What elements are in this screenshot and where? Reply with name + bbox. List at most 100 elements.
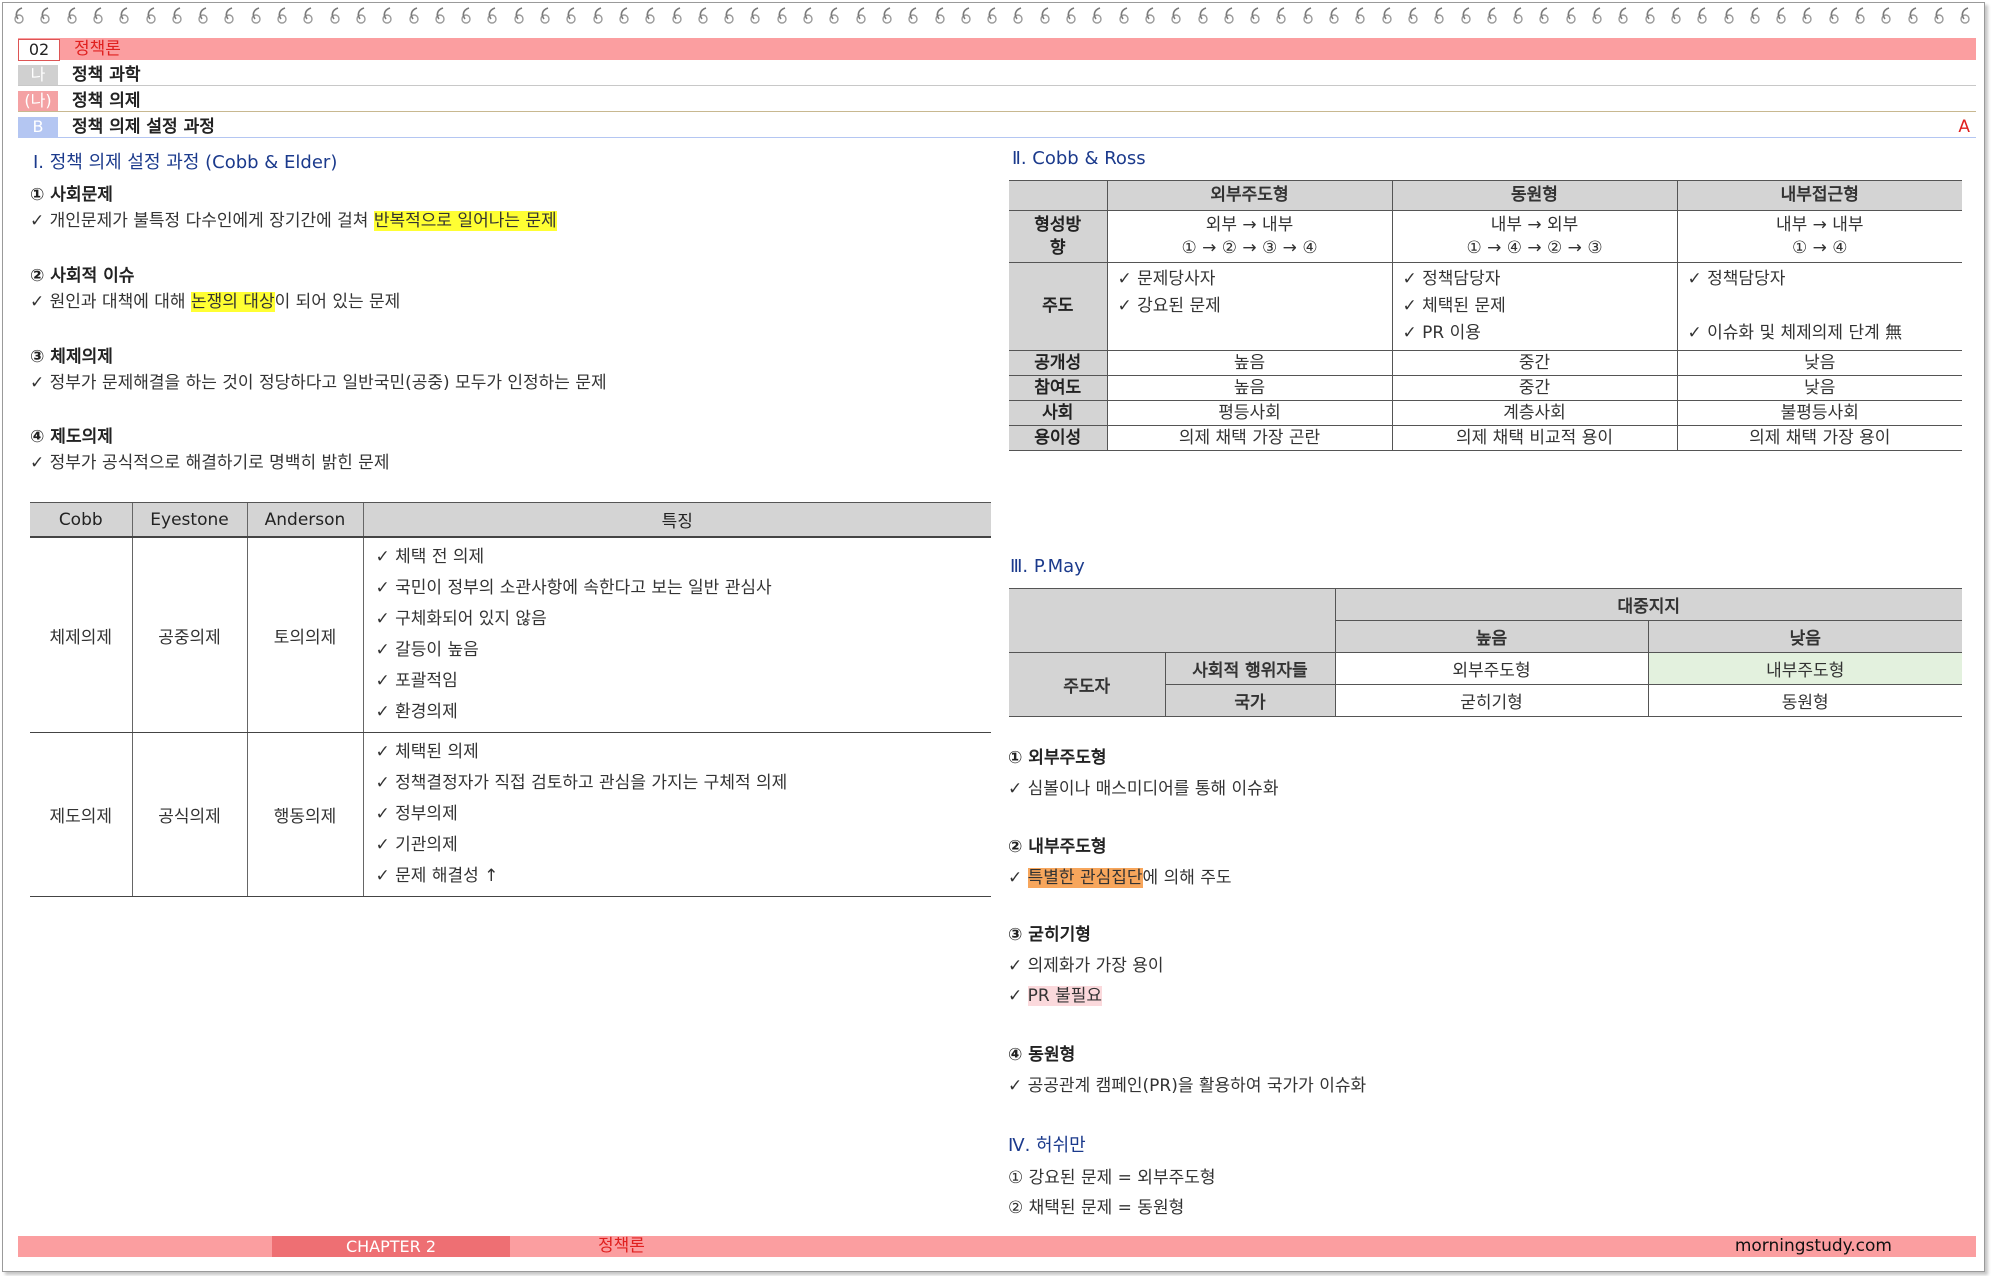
binding-ring-icon xyxy=(355,6,368,25)
level3-bar: (나) 정책 의제 xyxy=(18,90,1976,112)
item-title: ④ 제도의제 xyxy=(30,427,113,447)
col-header-cobb: Cobb xyxy=(30,502,132,538)
binding-ring-icon xyxy=(408,6,421,25)
row-label-direction-line1: 형성방 xyxy=(1034,214,1082,235)
table-row: 용이성 의제 채택 가장 곤란 의제 채택 비교적 용이 의제 채택 가장 용이 xyxy=(1009,425,1962,451)
row-value: 의제 채택 비교적 용이 xyxy=(1391,425,1678,451)
item-title: ③ 굳히기형 xyxy=(1008,925,1091,945)
item-text-part: 이 되어 있는 문제 xyxy=(274,292,401,312)
level2-bar: 나 정책 과학 xyxy=(18,64,1976,86)
flow-steps-inside: ① → ④ xyxy=(1791,237,1848,258)
binding-ring-icon xyxy=(302,6,315,25)
binding-ring-icon xyxy=(1433,6,1446,25)
flow-dir-mobilization: 내부 → 외부 xyxy=(1490,214,1579,235)
hershman-line: ① 강요된 문제 = 외부주도형 xyxy=(1008,1168,1216,1188)
item-title: ② 사회적 이슈 xyxy=(30,266,135,286)
binding-ring-icon xyxy=(749,6,762,25)
feature-line: ✓ 체택 전 의제 xyxy=(375,547,485,567)
binding-ring-icon xyxy=(723,6,736,25)
col-header-outside: 외부주도형 xyxy=(1106,180,1393,211)
binding-ring-icon xyxy=(1328,6,1341,25)
pmay-corner xyxy=(1009,588,1336,653)
binding-ring-icon xyxy=(592,6,605,25)
item-text: ✓ 원인과 대책에 대해 논쟁의 대상이 되어 있는 문제 xyxy=(30,287,400,312)
binding-ring-icon xyxy=(1118,6,1131,25)
item-title: ① 외부주도형 xyxy=(1008,748,1107,768)
flow-dir-outside: 외부 → 내부 xyxy=(1205,214,1294,235)
binding-ring-icon xyxy=(1144,6,1157,25)
item-text: ✓ 정부가 문제해결을 하는 것이 정당하다고 일반국민(공중) 모두가 인정하… xyxy=(30,368,607,393)
row-value: 낮음 xyxy=(1676,350,1962,376)
item-title: ① 사회문제 xyxy=(30,185,113,205)
col-header-features: 특징 xyxy=(362,502,991,538)
binding-ring-icon xyxy=(381,6,394,25)
level3-divider xyxy=(18,111,1976,112)
item-text-part: 에 의해 주도 xyxy=(1142,868,1232,888)
flow-outside: 외부 → 내부 ① → ② → ③ → ④ xyxy=(1106,210,1393,263)
item-text-part: ✓ 정부가 문제해결을 하는 것이 정당하다고 일반국민(공중) 모두가 인정하… xyxy=(30,373,607,393)
binding-ring-icon xyxy=(1880,6,1893,25)
col-header-mobilization: 동원형 xyxy=(1391,180,1678,211)
item-text-part: ✓ 개인문제가 불특정 다수인에게 장기간에 걸쳐 xyxy=(30,211,374,231)
binding-ring-icon xyxy=(802,6,815,25)
flow-steps-outside: ① → ② → ③ → ④ xyxy=(1181,237,1318,258)
header-public-support: 대중지지 xyxy=(1334,588,1962,621)
section-title-hershman: Ⅳ. 허쉬만 xyxy=(1008,1135,1086,1156)
grade-mark: A xyxy=(1958,117,1970,137)
binding-ring-icon xyxy=(1197,6,1210,25)
binding-ring-icon xyxy=(539,6,552,25)
row-label: 용이성 xyxy=(1009,425,1108,451)
item-text-part: ✓ xyxy=(1008,868,1028,888)
row-label-direction-line2: 향 xyxy=(1049,237,1066,258)
lead-inside-line: ✓ 정책담당자 xyxy=(1687,269,1786,289)
level4-marker: B xyxy=(18,117,58,137)
cell-features: ✓ 체택 전 의제 ✓ 국민이 정부의 소관사항에 속한다고 보는 일반 관심사 ✓… xyxy=(362,537,991,733)
section-title-pmay: Ⅲ. P.May xyxy=(1010,556,1085,577)
binding-ring-icon xyxy=(197,6,210,25)
binding-ring-icon xyxy=(960,6,973,25)
binding-ring-icon xyxy=(513,6,526,25)
feature-line: ✓ 갈등이 높음 xyxy=(375,640,479,660)
binding-ring-icon xyxy=(565,6,578,25)
binding-ring-icon xyxy=(1460,6,1473,25)
table-row: 제도의제 공식의제 행동의제 ✓ 체택된 의제 ✓ 정책결정자가 직접 검토하고 관심을… xyxy=(30,732,991,897)
binding-ring-icon xyxy=(828,6,841,25)
item-text-part: ✓ 심볼이나 매스미디어를 통해 이슈화 xyxy=(1008,779,1279,799)
page: { "header": { "chapter_num": "02", "chap… xyxy=(0,0,1991,1276)
level2-divider xyxy=(18,85,1976,86)
lead-outside: ✓ 문제당사자 ✓ 강요된 문제 xyxy=(1106,262,1393,351)
highlighted-phrase: 논쟁의 대상 xyxy=(190,292,275,312)
col-header-eyestone: Eyestone xyxy=(131,502,247,538)
row-value: 불평등사회 xyxy=(1676,400,1962,426)
table-row: 사회 평등사회 계층사회 불평등사회 xyxy=(1009,400,1962,426)
binding-ring-icon xyxy=(644,6,657,25)
binding-ring-icon xyxy=(1275,6,1288,25)
item-title: ② 내부주도형 xyxy=(1008,837,1107,857)
highlighted-phrase: 특별한 관심집단 xyxy=(1027,868,1143,888)
corner-cell xyxy=(1009,180,1108,211)
binding-ring-icon xyxy=(1644,6,1657,25)
feature-line: ✓ 환경의제 xyxy=(375,702,458,722)
section-title-cobb-elder: Ⅰ. 정책 의제 설정 과정 (Cobb & Elder) xyxy=(33,152,338,173)
cell-eyestone: 공중의제 xyxy=(131,537,247,733)
binding-ring-icon xyxy=(1801,6,1814,25)
feature-line: ✓ 정부의제 xyxy=(375,804,458,824)
lead-inside-line: ✓ 이슈화 및 체제의제 단계 無 xyxy=(1687,323,1903,343)
feature-line: ✓ 기관의제 xyxy=(375,835,458,855)
level4-divider xyxy=(18,137,1976,138)
lead-mobilization: ✓ 정책담당자 ✓ 체택된 문제 ✓ PR 이용 xyxy=(1391,262,1678,351)
binding-ring-icon xyxy=(1223,6,1236,25)
binding-ring-icon xyxy=(276,6,289,25)
cell-anderson: 행동의제 xyxy=(246,732,363,897)
feature-line: ✓ 문제 해결성 ↑ xyxy=(375,866,499,886)
binding-ring-icon xyxy=(1775,6,1788,25)
row-label-direction: 형성방 향 xyxy=(1009,210,1108,263)
binding-ring-icon xyxy=(1749,6,1762,25)
item-text: ✓ 특별한 관심집단에 의해 주도 xyxy=(1008,863,1232,888)
item-text-part: ✓ xyxy=(1008,986,1028,1006)
cell-cobb: 체제의제 xyxy=(30,537,132,733)
row-value: 중간 xyxy=(1391,375,1678,401)
lead-inside: ✓ 정책담당자 ✓ 이슈화 및 체제의제 단계 無 xyxy=(1676,262,1962,351)
footer-bar: CHAPTER 2 정책론 morningstudy.com xyxy=(18,1236,1976,1257)
flow-mobilization: 내부 → 외부 ① → ④ → ② → ③ xyxy=(1391,210,1678,263)
